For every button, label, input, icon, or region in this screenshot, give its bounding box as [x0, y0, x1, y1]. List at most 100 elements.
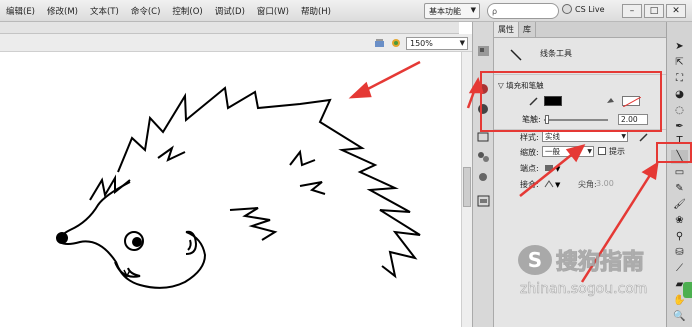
- join-label: 接合:: [520, 180, 539, 189]
- bone-tool-icon[interactable]: ⚲: [671, 230, 688, 244]
- hedgehog-drawing: [56, 60, 421, 289]
- edit-symbol-icon[interactable]: [390, 37, 402, 49]
- color-panel-icon[interactable]: [476, 44, 491, 58]
- arrow-to-stage: [361, 60, 421, 94]
- fill-color-swatch[interactable]: [622, 96, 642, 108]
- cap-select[interactable]: ▼: [544, 163, 562, 173]
- svg-text:▼: ▼: [555, 181, 561, 189]
- watermark: S 搜狗指南: [518, 244, 645, 276]
- selection-tool-icon[interactable]: ➤: [671, 40, 688, 54]
- menu-modify[interactable]: 修改(M): [41, 5, 84, 17]
- arrow-head-stage: [348, 81, 372, 99]
- align-panel-icon[interactable]: [476, 130, 491, 144]
- free-transform-tool-icon[interactable]: ⛶: [671, 72, 688, 86]
- watermark-text: 搜狗指南: [555, 250, 645, 276]
- tool-info: 线条工具: [494, 39, 666, 75]
- paint-bucket-icon: [607, 98, 614, 103]
- rectangle-tool-icon[interactable]: ▭: [671, 166, 688, 180]
- tool-name: 线条工具: [540, 49, 572, 58]
- swatch-panel-icon[interactable]: [476, 82, 491, 96]
- edit-scene-icon[interactable]: [374, 37, 386, 49]
- cap-label: 端点:: [520, 164, 539, 173]
- menu-control[interactable]: 控制(O): [166, 5, 208, 17]
- spikes-small: [229, 207, 278, 241]
- eyedropper-tool-icon[interactable]: ⟋: [671, 262, 688, 276]
- timeline-strip: [0, 22, 459, 34]
- hint-checkbox[interactable]: [598, 147, 606, 155]
- close-button[interactable]: ✕: [666, 4, 686, 18]
- divider: [494, 129, 666, 130]
- scrollbar-thumb[interactable]: [463, 167, 471, 207]
- 3d-rotation-tool-icon[interactable]: ◕: [671, 88, 688, 102]
- style-select[interactable]: 实线 ▼: [542, 131, 628, 142]
- scale-select[interactable]: 一般 ▼: [542, 146, 594, 157]
- chevron-down-icon: ▼: [459, 39, 465, 47]
- tab-properties[interactable]: 属性: [494, 22, 519, 37]
- scale-value: 一般: [545, 147, 560, 156]
- flash-window: 编辑(E) 修改(M) 文本(T) 命令(C) 控制(O) 调试(D) 窗口(W…: [0, 0, 692, 327]
- miter-label: 尖角:: [578, 180, 597, 189]
- menu-edit[interactable]: 编辑(E): [0, 5, 41, 17]
- lasso-tool-icon[interactable]: ◌: [671, 104, 688, 118]
- history-panel-icon[interactable]: [476, 194, 491, 208]
- nose: [56, 232, 68, 244]
- collapsed-panel-strip: [472, 22, 494, 327]
- chevron-down-icon: ▼: [621, 133, 626, 140]
- scale-label: 缩放:: [520, 148, 539, 157]
- cs-live-button[interactable]: CS Live: [562, 4, 605, 14]
- stroke-slider-handle[interactable]: [545, 115, 549, 124]
- eye-pupil: [132, 237, 142, 247]
- miter-value[interactable]: 3.00: [596, 179, 614, 188]
- workspace-label: 基本功能: [429, 6, 461, 16]
- stroke-label: 笔触:: [522, 115, 541, 124]
- chevron-down-icon: ▼: [470, 6, 476, 14]
- search-input[interactable]: ρ: [487, 3, 559, 19]
- spikes-line: [117, 86, 421, 279]
- tab-library[interactable]: 库: [519, 22, 536, 37]
- section-title: 填充和笔触: [506, 81, 544, 90]
- vertical-scrollbar[interactable]: [461, 52, 472, 327]
- watermark-logo: S: [518, 245, 552, 275]
- fill-stroke-section[interactable]: ▽ 填充和笔触: [494, 80, 666, 92]
- style-value: 实线: [545, 132, 560, 141]
- zoom-select[interactable]: 150% ▼: [406, 37, 468, 50]
- join-select[interactable]: ▼: [544, 179, 562, 189]
- transform-panel-icon[interactable]: [476, 150, 491, 164]
- pen-tool-icon[interactable]: ✒: [671, 120, 688, 134]
- stroke-slider[interactable]: [544, 119, 608, 121]
- menu-window[interactable]: 窗口(W): [251, 5, 295, 17]
- stroke-width-input[interactable]: 2.00: [618, 114, 648, 125]
- info-panel-icon[interactable]: [476, 102, 491, 116]
- edit-stroke-style-icon[interactable]: [638, 131, 650, 143]
- brush-tool-icon[interactable]: 🖌: [671, 198, 688, 212]
- panel-tabs: 属性 库: [494, 22, 666, 38]
- workspace-switcher[interactable]: 基本功能 ▼: [424, 3, 480, 19]
- menu-commands[interactable]: 命令(C): [125, 5, 167, 17]
- menu-help[interactable]: 帮助(H): [295, 5, 337, 17]
- paint-bucket-tool-icon[interactable]: ⛁: [671, 246, 688, 260]
- components-panel-icon[interactable]: [476, 170, 491, 184]
- side-float-button[interactable]: [683, 282, 692, 298]
- edit-bar: 150% ▼: [0, 34, 472, 52]
- search-icon: ρ: [492, 6, 498, 16]
- text-tool-icon[interactable]: T: [671, 134, 688, 148]
- svg-text:▼: ▼: [555, 165, 561, 173]
- window-controls: – □ ✕: [622, 4, 686, 18]
- line-tool-button-icon[interactable]: ╲: [671, 150, 688, 164]
- chevron-down-icon: ▼: [587, 148, 592, 155]
- ear-inner: [187, 239, 192, 251]
- pencil-tool-icon[interactable]: ✎: [671, 182, 688, 196]
- cs-live-icon: [562, 4, 572, 14]
- spikes-top: [289, 149, 316, 167]
- subselection-tool-icon[interactable]: ⇱: [671, 56, 688, 70]
- stroke-color-swatch[interactable]: [544, 96, 562, 106]
- watermark-url: zhinan.sogou.com: [520, 281, 648, 298]
- maximize-button[interactable]: □: [644, 4, 664, 18]
- menu-debug[interactable]: 调试(D): [209, 5, 251, 17]
- stage-canvas[interactable]: [0, 52, 461, 327]
- deco-tool-icon[interactable]: ❀: [671, 214, 688, 228]
- minimize-button[interactable]: –: [622, 4, 642, 18]
- zoom-tool-icon[interactable]: 🔍: [671, 310, 688, 324]
- menu-text[interactable]: 文本(T): [84, 5, 125, 17]
- spike-side: [299, 181, 326, 195]
